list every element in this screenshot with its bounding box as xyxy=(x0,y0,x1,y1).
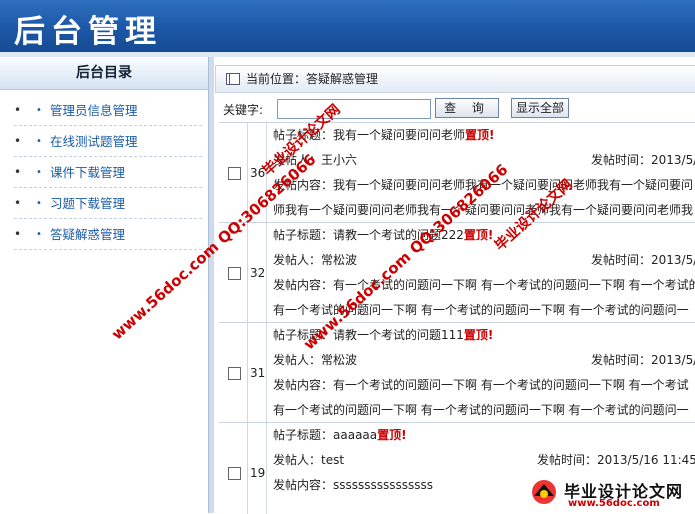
post-id: 19 xyxy=(250,466,266,480)
sidebar-item-admin-info[interactable]: • • 管理员信息管理 xyxy=(14,96,202,126)
frame-splitter[interactable] xyxy=(209,57,214,513)
breadcrumb: 当前位置：答疑解惑管理 xyxy=(215,65,695,93)
content-text: 有一个考试的问题问一下啊 有一个考试的问题问一下啊 有一个考试的问题问一 xyxy=(273,403,689,417)
sidebar-item-online-test[interactable]: • • 在线测试题管理 xyxy=(14,127,202,157)
post-time: 2013/5/1 xyxy=(651,253,695,267)
window-icon xyxy=(226,73,240,85)
row-checkbox[interactable] xyxy=(228,267,241,280)
logo-url: www.56doc.com xyxy=(568,498,660,509)
post-title[interactable]: 请教一个考试的问题111 xyxy=(333,328,464,342)
time-label: 发帖时间： xyxy=(591,153,652,167)
bullet-icon: • xyxy=(36,198,42,209)
sidebar-menu: • • 管理员信息管理 • • 在线测试题管理 • • 课件下载管理 • • 习题下载管理 • •… xyxy=(0,90,208,250)
poster-name: 常松波 xyxy=(321,253,358,267)
post-id: 31 xyxy=(250,366,266,380)
sidebar-item-label: 习题下载管理 xyxy=(50,196,126,211)
show-all-button[interactable]: 显示全部 xyxy=(511,98,569,118)
post-id: 32 xyxy=(250,266,266,280)
search-bar: 关键字: 查 询 显示全部 xyxy=(223,98,695,122)
top-tag: 置顶! xyxy=(465,128,495,142)
content-text: 师我有一个疑问要问问老师我有一个疑问要问问老师我有一个疑问要问问老师我 xyxy=(273,203,694,217)
content-text: 有一个考试的问题问一下啊 有一个考试的问题问一下啊 有一个考试 xyxy=(333,378,689,392)
content-text: 我有一个疑问要问问老师我有一个疑问要问问老师我有一个疑问要问 xyxy=(333,178,694,192)
content-label: 发帖内容： xyxy=(273,278,334,292)
bullet-icon: • xyxy=(14,196,22,210)
sidebar-item-qa[interactable]: • • 答疑解惑管理 xyxy=(14,220,202,250)
post-title[interactable]: 我有一个疑问要问问老师 xyxy=(333,128,465,142)
search-label: 关键字: xyxy=(223,103,264,117)
sidebar-item-courseware[interactable]: • • 课件下载管理 xyxy=(14,158,202,188)
search-input[interactable] xyxy=(277,99,431,119)
logo-icon xyxy=(532,480,556,504)
sidebar-item-label: 在线测试题管理 xyxy=(50,134,138,149)
time-label: 发帖时间： xyxy=(591,253,652,267)
content-text: ssssssssssssssss xyxy=(333,478,434,492)
time-label: 发帖时间： xyxy=(591,353,652,367)
post-content: 帖子标题：请教一个考试的问题111置顶! 发帖人：常松波发帖时间：2013/5/… xyxy=(273,323,695,423)
post-time: 2013/5/16 11:45:21 xyxy=(597,453,695,467)
main-panel: 当前位置：答疑解惑管理 关键字: 查 询 显示全部 36 帖子标题：我有一个疑问… xyxy=(215,57,695,514)
poster-name: 王小六 xyxy=(321,153,358,167)
content-label: 发帖内容： xyxy=(273,478,334,492)
time-label: 发帖时间： xyxy=(537,453,598,467)
top-tag: 置顶! xyxy=(377,428,407,442)
post-time: 2013/5/1 xyxy=(651,353,695,367)
content-label: 发帖内容： xyxy=(273,378,334,392)
bullet-icon: • xyxy=(14,103,22,117)
poster-name: test xyxy=(321,453,345,467)
bullet-icon: • xyxy=(14,134,22,148)
sidebar-item-exercises[interactable]: • • 习题下载管理 xyxy=(14,189,202,219)
breadcrumb-text: 当前位置：答疑解惑管理 xyxy=(246,72,379,86)
sidebar-item-label: 管理员信息管理 xyxy=(50,103,138,118)
table-row: 31 帖子标题：请教一个考试的问题111置顶! 发帖人：常松波 发帖时间：2013… xyxy=(219,323,695,423)
app-title: 后台管理 xyxy=(14,14,162,50)
sidebar-title: 后台目录 xyxy=(0,57,208,90)
sidebar-item-label: 答疑解惑管理 xyxy=(50,227,126,242)
poster-label: 发帖人： xyxy=(273,253,322,267)
title-label: 帖子标题： xyxy=(273,228,334,242)
bullet-icon: • xyxy=(36,105,42,116)
bullet-icon: • xyxy=(14,227,22,241)
poster-name: 常松波 xyxy=(321,353,358,367)
watermark-logo: 毕业设计论文网 www.56doc.com xyxy=(528,474,695,513)
top-tag: 置顶! xyxy=(463,328,494,342)
bullet-icon: • xyxy=(36,229,42,240)
sidebar-item-label: 课件下载管理 xyxy=(50,165,126,180)
bullet-icon: • xyxy=(36,136,42,147)
query-button[interactable]: 查 询 xyxy=(435,98,499,118)
row-checkbox[interactable] xyxy=(228,467,241,480)
post-title[interactable]: aaaaaa xyxy=(333,428,377,442)
post-time: 2013/5/1 xyxy=(651,153,695,167)
title-label: 帖子标题： xyxy=(273,428,334,442)
poster-label: 发帖人： xyxy=(273,453,322,467)
poster-label: 发帖人： xyxy=(273,353,322,367)
app-header: 后台管理 xyxy=(0,0,695,52)
row-checkbox[interactable] xyxy=(228,367,241,380)
table-row: 32 帖子标题：请教一个考试的问题222置顶! 发帖人：常松波 发帖时间：2013… xyxy=(219,223,695,323)
row-checkbox[interactable] xyxy=(228,167,241,180)
bullet-icon: • xyxy=(14,165,22,179)
bullet-icon: • xyxy=(36,167,42,178)
